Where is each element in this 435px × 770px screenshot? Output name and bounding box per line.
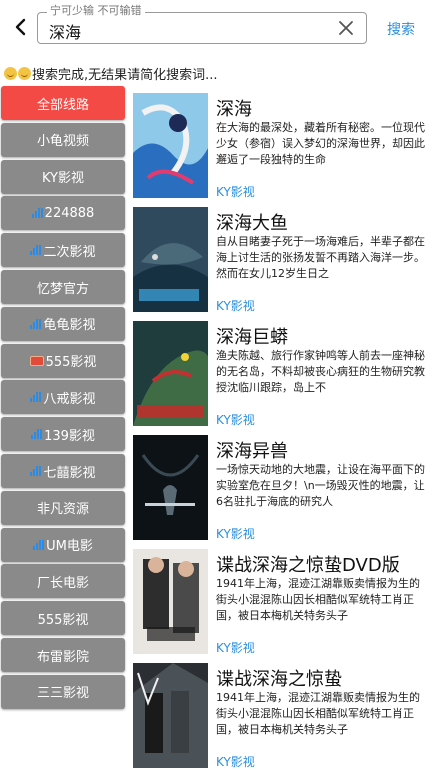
search-hint-label: 宁可少输 不可输错 (47, 4, 145, 18)
poster-image[interactable] (133, 549, 208, 654)
result-title[interactable]: 深海巨蟒 (216, 323, 288, 349)
signal-icon (31, 429, 43, 440)
sidebar-item-label: 龟龟影视 (43, 318, 96, 334)
smile-emoji-icon (18, 67, 31, 80)
sidebar-item-label: 布雷影院 (36, 649, 89, 665)
result-card[interactable]: 深海异兽 一场惊天动地的大地震，让设在海平面下的实验室危在旦夕！\n一场毁灭性的地… (133, 435, 428, 541)
result-description: 在大海的最深处，藏着所有秘密。一位现代少女（参宿）误入梦幻的深海世界，却因此邂逅… (216, 121, 425, 166)
result-source: KY影视 (216, 641, 255, 655)
sidebar-item-label: UM电影 (46, 539, 93, 555)
result-source: KY影视 (216, 755, 255, 769)
tv-icon (29, 355, 44, 366)
sidebar-item-label: 224888 (44, 205, 95, 221)
result-source: KY影视 (216, 413, 255, 427)
signal-icon (30, 318, 42, 329)
sidebar-item[interactable]: 非凡资源 (1, 490, 125, 525)
status-text: 搜索完成,无结果请简化搜索词... (32, 68, 218, 83)
signal-icon (31, 208, 44, 219)
signal-icon (30, 245, 42, 256)
sidebar-item[interactable]: 布雷影院 (1, 638, 125, 672)
poster-image[interactable] (133, 93, 208, 198)
result-source: KY影视 (216, 185, 255, 199)
search-input[interactable]: 宁可少输 不可输错 深海 (37, 4, 367, 44)
poster-image[interactable] (133, 663, 208, 768)
search-button[interactable]: 搜索 (387, 19, 415, 39)
sidebar-item-label: 三三影视 (36, 686, 89, 702)
signal-icon (33, 539, 45, 550)
result-card[interactable]: 谍战深海之惊蛰DVD版 1941年上海，混迹江湖靠贩卖情报为生的街头小混混陈山因长… (133, 549, 428, 655)
sidebar-item[interactable]: 二次影视 (1, 233, 125, 268)
result-description: 自从目睹妻子死于一场海难后，半辈子都在海上讨生活的张扬发誓不再踏入海洋一步。然而… (216, 235, 425, 280)
signal-icon (30, 392, 42, 403)
sidebar-item[interactable]: 224888 (1, 196, 125, 231)
poster-image[interactable] (133, 435, 208, 540)
clear-icon[interactable] (338, 20, 354, 36)
status-message: 搜索完成,无结果请简化搜索词... (4, 64, 218, 83)
sidebar-item-label: 二次影视 (43, 244, 96, 260)
result-description: 1941年上海，混迹江湖靠贩卖情报为生的街头小混混陈山因长相酷似军统特工肖正国，… (216, 691, 420, 736)
sidebar-item[interactable]: 全部线路 (1, 86, 125, 120)
result-title[interactable]: 谍战深海之惊蛰 (216, 665, 342, 691)
sidebar-item-label: 555影视 (45, 355, 97, 371)
result-card[interactable]: 谍战深海之惊蛰 1941年上海，混迹江湖靠贩卖情报为生的街头小混混陈山因长相酷似军… (133, 663, 428, 769)
sidebar-item[interactable]: 忆梦官方 (1, 270, 125, 304)
signal-icon (30, 466, 42, 476)
sidebar-item-label: 七囍影视 (43, 465, 96, 481)
sidebar-item[interactable]: UM电影 (1, 527, 125, 562)
top-bar: 宁可少输 不可输错 深海 搜索 (0, 0, 435, 56)
sidebar-item[interactable]: 龟龟影视 (1, 306, 125, 341)
sidebar-item[interactable]: 555影视 (1, 343, 125, 378)
poster-image[interactable] (133, 207, 208, 312)
sidebar-item[interactable]: 三三影视 (1, 674, 125, 709)
sidebar-item-label: 555影视 (37, 612, 89, 628)
sidebar-item[interactable]: 厂长电影 (1, 564, 125, 599)
result-description: 一场惊天动地的大地震，让设在海平面下的实验室危在旦夕！\n一场毁灭性的地震，让6… (216, 463, 425, 508)
result-description: 渔夫陈越、旅行作家钟鸣等人前去一座神秘的无名岛，不料却被丧心病狂的生物研究教授沈… (216, 349, 425, 394)
sidebar-item[interactable]: 八戒影视 (1, 380, 125, 415)
sidebar-item-label: 忆梦官方 (36, 281, 89, 297)
sidebar-item-label: 八戒影视 (43, 391, 96, 407)
search-query-text[interactable]: 深海 (49, 19, 81, 43)
result-title[interactable]: 深海大鱼 (216, 209, 288, 235)
sidebar-item-label: 非凡资源 (36, 502, 89, 518)
sidebar-item-label: KY影视 (41, 171, 84, 187)
result-source: KY影视 (216, 299, 255, 313)
result-title[interactable]: 深海异兽 (216, 437, 288, 463)
sidebar-item-label: 139影视 (44, 428, 95, 444)
sidebar-item[interactable]: 七囍影视 (1, 454, 125, 488)
result-card[interactable]: 深海 在大海的最深处，藏着所有秘密。一位现代少女（参宿）误入梦幻的深海世界，却因此… (133, 93, 428, 199)
result-title[interactable]: 深海 (216, 95, 252, 121)
sidebar-item[interactable]: KY影视 (1, 159, 125, 194)
sidebar-item-label: 全部线路 (36, 97, 89, 113)
result-title[interactable]: 谍战深海之惊蛰DVD版 (216, 551, 400, 577)
sidebar-item-label: 小龟视频 (36, 134, 89, 150)
result-card[interactable]: 深海巨蟒 渔夫陈越、旅行作家钟鸣等人前去一座神秘的无名岛，不料却被丧心病狂的生物研… (133, 321, 428, 427)
result-source: KY影视 (216, 527, 255, 541)
result-card[interactable]: 深海大鱼 自从目睹妻子死于一场海难后，半辈子都在海上讨生活的张扬发誓不再踏入海洋一… (133, 207, 428, 313)
result-description: 1941年上海，混迹江湖靠贩卖情报为生的街头小混混陈山因长相酷似军统特工肖正国，… (216, 577, 420, 622)
back-arrow-icon[interactable] (10, 16, 32, 38)
sidebar-item[interactable]: 139影视 (1, 417, 125, 452)
smile-emoji-icon (4, 67, 17, 80)
sidebar-item[interactable]: 555影视 (1, 601, 125, 636)
sidebar-item[interactable]: 小龟视频 (1, 122, 125, 157)
poster-image[interactable] (133, 321, 208, 426)
sidebar-item-label: 厂长电影 (36, 575, 89, 591)
